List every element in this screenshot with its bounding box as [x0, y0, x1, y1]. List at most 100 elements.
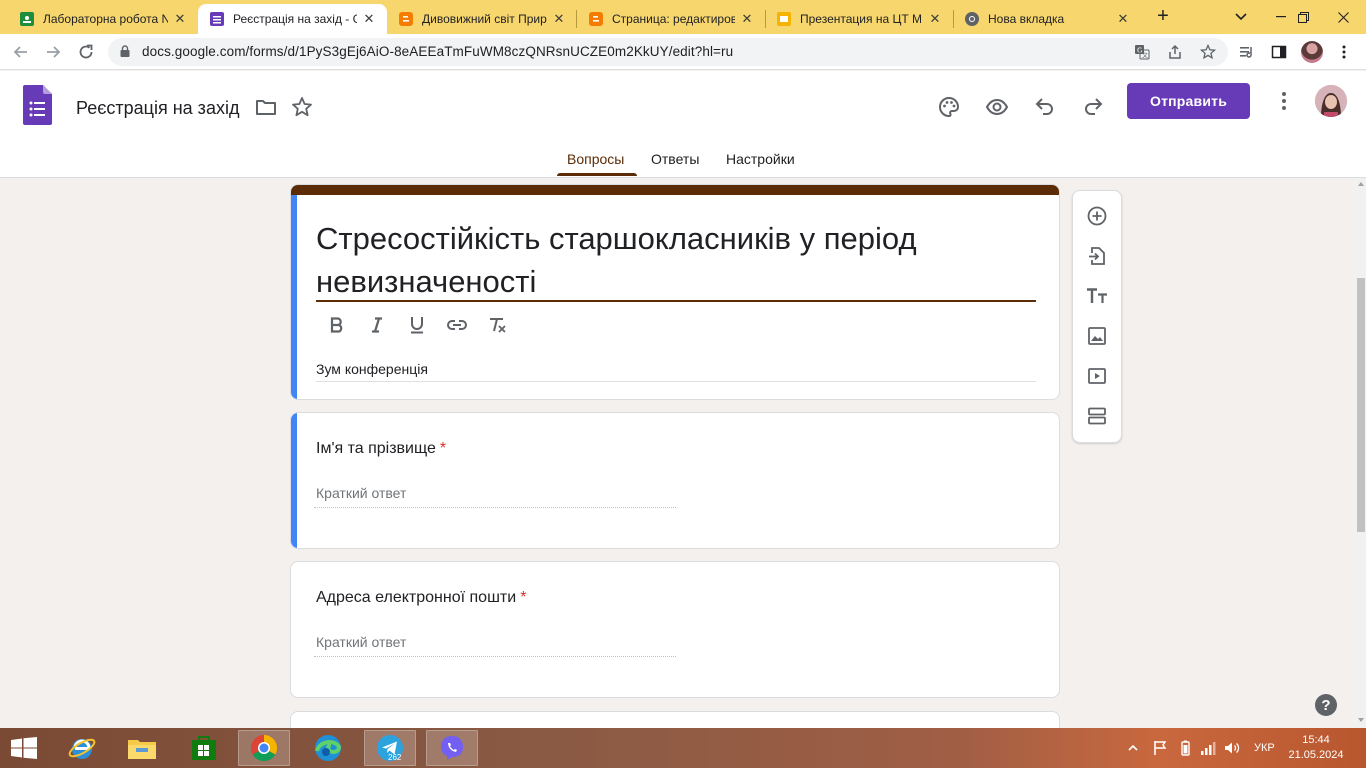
- more-vert-icon[interactable]: [1336, 44, 1352, 60]
- chevron-up-icon[interactable]: [1127, 743, 1139, 753]
- question-card-email[interactable]: Адреса електронної пошти * Краткий ответ: [290, 561, 1060, 698]
- translate-icon[interactable]: G文: [1134, 44, 1150, 60]
- blogger-icon: [399, 12, 413, 26]
- browser-tab-strip: Лабораторна робота N ✕ Реєстрація на зах…: [0, 0, 1366, 34]
- tab-responses[interactable]: Ответы: [651, 151, 699, 167]
- form-title-input[interactable]: Стресостійкість старшокласників у період…: [316, 217, 1036, 303]
- underline-button[interactable]: [407, 315, 427, 335]
- new-tab-button[interactable]: +: [1153, 6, 1173, 26]
- bookmark-star-icon[interactable]: [1200, 44, 1216, 60]
- viber-taskbar-button[interactable]: [426, 730, 478, 766]
- short-answer-placeholder: Краткий ответ: [316, 634, 407, 650]
- send-button[interactable]: Отправить: [1127, 83, 1250, 119]
- media-queue-icon[interactable]: [1239, 44, 1255, 60]
- google-classroom-icon: [20, 12, 34, 26]
- flag-icon[interactable]: [1153, 740, 1167, 756]
- language-indicator[interactable]: УКР: [1254, 742, 1275, 754]
- tab-questions[interactable]: Вопросы: [567, 151, 624, 167]
- forms-header: Реєстрація на захід Отправить Вопросы От…: [0, 71, 1366, 178]
- close-icon[interactable]: ✕: [172, 11, 188, 27]
- question-card-name[interactable]: Ім'я та прізвище * Краткий ответ: [290, 412, 1060, 549]
- add-section-button[interactable]: [1086, 405, 1108, 427]
- form-description-input[interactable]: Зум конференція: [316, 361, 428, 377]
- reload-button[interactable]: [75, 41, 97, 63]
- browser-tab-lab-work[interactable]: Лабораторна робота N ✕: [8, 4, 198, 34]
- clock[interactable]: 15:44 21.05.2024: [1288, 733, 1344, 763]
- add-question-button[interactable]: [1086, 205, 1108, 227]
- help-button[interactable]: ?: [1315, 694, 1337, 716]
- close-icon[interactable]: ✕: [1115, 11, 1131, 27]
- browser-tab-new-tab[interactable]: Нова вкладка ✕: [953, 4, 1141, 34]
- close-icon[interactable]: ✕: [361, 11, 377, 27]
- volume-icon[interactable]: [1224, 741, 1240, 755]
- tab-label: Страница: редактиров: [612, 12, 735, 26]
- focus-indicator: [291, 195, 297, 399]
- star-icon[interactable]: [290, 95, 314, 119]
- add-title-button[interactable]: [1086, 285, 1108, 307]
- file-explorer-button[interactable]: [116, 730, 168, 766]
- form-title-card[interactable]: Стресостійкість старшокласників у період…: [290, 184, 1060, 400]
- bold-button[interactable]: [327, 315, 347, 335]
- answer-underline: [314, 507, 676, 508]
- italic-icon: [372, 317, 382, 333]
- microsoft-store-button[interactable]: [178, 730, 230, 766]
- video-icon: [1088, 368, 1106, 384]
- profile-avatar[interactable]: [1301, 41, 1323, 63]
- import-questions-button[interactable]: [1086, 245, 1108, 267]
- short-answer-placeholder: Краткий ответ: [316, 485, 407, 501]
- store-icon: [192, 736, 216, 760]
- question-title[interactable]: Ім'я та прізвище *: [316, 440, 446, 458]
- folder-icon[interactable]: [254, 95, 278, 119]
- account-avatar[interactable]: [1315, 85, 1347, 117]
- browser-tab-registration[interactable]: Реєстрація на захід - G ✕: [198, 4, 387, 34]
- start-button[interactable]: [0, 728, 48, 768]
- windows-taskbar: 262 УКР 15:44 21.05.2024: [0, 728, 1366, 768]
- signal-icon[interactable]: [1200, 741, 1216, 755]
- back-button[interactable]: [10, 41, 32, 63]
- close-window-button[interactable]: [1320, 0, 1366, 34]
- clock-date: 21.05.2024: [1288, 749, 1344, 761]
- browser-tab-wonderful-world[interactable]: Дивовижний світ Прир ✕: [387, 4, 577, 34]
- browser-tab-presentation[interactable]: Презентация на ЦТ М ✕: [765, 4, 953, 34]
- undo-icon[interactable]: [1033, 95, 1057, 119]
- internet-explorer-button[interactable]: [56, 730, 108, 766]
- more-vert-icon[interactable]: [1273, 89, 1295, 113]
- tab-label: Презентация на ЦТ М: [800, 12, 922, 26]
- tab-label: Реєстрація на захід - G: [233, 12, 357, 26]
- question-card-next[interactable]: [290, 711, 1060, 728]
- folder-icon: [128, 740, 156, 759]
- required-asterisk: *: [520, 589, 527, 606]
- share-icon[interactable]: [1167, 44, 1183, 60]
- scrollbar-thumb[interactable]: [1357, 278, 1365, 532]
- address-bar[interactable]: docs.google.com/forms/d/1PyS3gEj6AiO-8eA…: [108, 38, 1228, 66]
- link-button[interactable]: [447, 315, 467, 335]
- add-image-button[interactable]: [1086, 325, 1108, 347]
- add-video-button[interactable]: [1086, 365, 1108, 387]
- close-icon[interactable]: ✕: [739, 11, 755, 27]
- preview-eye-icon[interactable]: [985, 95, 1009, 119]
- page-scrollbar[interactable]: [1356, 178, 1366, 728]
- google-forms-logo-icon[interactable]: [23, 85, 52, 125]
- document-title[interactable]: Реєстрація на захід: [76, 98, 239, 119]
- link-icon: [447, 320, 467, 330]
- close-icon[interactable]: ✕: [927, 11, 943, 27]
- tab-settings[interactable]: Настройки: [726, 151, 795, 167]
- chrome-taskbar-button[interactable]: [238, 730, 290, 766]
- question-title[interactable]: Адреса електронної пошти *: [316, 589, 526, 607]
- palette-icon[interactable]: [937, 95, 961, 119]
- restore-icon: [1297, 11, 1309, 23]
- image-icon: [1088, 327, 1106, 345]
- redo-icon[interactable]: [1081, 95, 1105, 119]
- system-tray: УКР: [1127, 728, 1275, 768]
- edge-taskbar-button[interactable]: [302, 730, 354, 766]
- browser-tab-page-edit[interactable]: Страница: редактиров ✕: [577, 4, 765, 34]
- scroll-up-arrow-icon[interactable]: [1357, 180, 1365, 188]
- battery-icon[interactable]: [1181, 740, 1190, 756]
- scroll-down-arrow-icon[interactable]: [1357, 716, 1365, 724]
- side-panel-icon[interactable]: [1271, 44, 1287, 60]
- forward-button[interactable]: [42, 41, 64, 63]
- italic-button[interactable]: [367, 315, 387, 335]
- clear-formatting-button[interactable]: [487, 315, 507, 335]
- internet-explorer-icon: [68, 738, 96, 759]
- close-icon[interactable]: ✕: [551, 11, 567, 27]
